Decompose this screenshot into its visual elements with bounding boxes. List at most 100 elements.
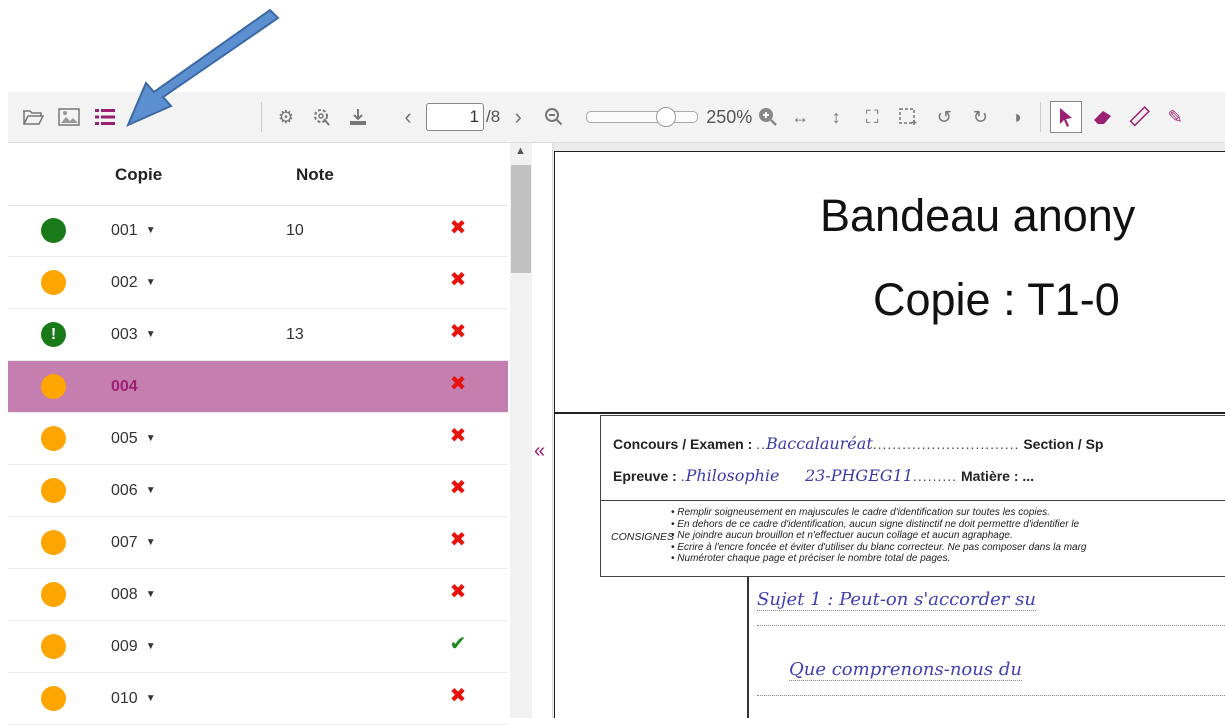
fullscreen-icon[interactable]: ⛶ bbox=[857, 102, 887, 132]
scrollbar-thumb[interactable] bbox=[511, 165, 531, 273]
rotate-right-icon[interactable]: ↻ bbox=[965, 102, 995, 132]
anonymous-banner: Bandeau anony Copie : T1-0 bbox=[555, 152, 1225, 414]
fit-width-icon[interactable]: ↔ bbox=[785, 102, 815, 132]
chevron-down-icon[interactable]: ▼ bbox=[146, 693, 156, 704]
rotate-left-icon[interactable]: ↺ bbox=[929, 102, 959, 132]
gear-icon[interactable]: ⚙ bbox=[271, 102, 301, 132]
copie-id[interactable]: 003 ▼ bbox=[111, 326, 156, 344]
download-icon[interactable] bbox=[343, 102, 373, 132]
epreuve-value: Philosophie 23-PHGEG11 bbox=[685, 466, 914, 485]
contrast-icon[interactable]: ◑ bbox=[1001, 102, 1031, 132]
zoom-slider[interactable] bbox=[586, 107, 699, 127]
copie-number: 008 bbox=[111, 586, 138, 603]
chevron-down-icon[interactable]: ▼ bbox=[146, 277, 156, 288]
ruler-icon[interactable] bbox=[1124, 102, 1154, 132]
status-dot-icon bbox=[41, 686, 66, 711]
check-icon[interactable]: ✔ bbox=[446, 632, 470, 656]
consigne-item: • Remplir soigneusement en majuscules le… bbox=[671, 507, 1050, 518]
column-header-copie[interactable]: Copie bbox=[115, 165, 162, 185]
gear-touch-icon[interactable] bbox=[307, 102, 337, 132]
copie-id[interactable]: 007 ▼ bbox=[111, 534, 156, 552]
zoom-out-icon[interactable] bbox=[539, 102, 569, 132]
collapse-sidebar-icon[interactable]: « bbox=[534, 440, 545, 463]
consigne-item: • Numéroter chaque page et préciser le n… bbox=[671, 553, 951, 564]
pen-icon[interactable]: ✎ bbox=[1160, 102, 1190, 132]
consignes-section: CONSIGNES • Remplir soigneusement en maj… bbox=[601, 500, 1225, 577]
chevron-down-icon[interactable]: ▼ bbox=[146, 225, 156, 236]
cross-icon[interactable]: ✖ bbox=[446, 684, 470, 708]
chevron-down-icon[interactable]: ▼ bbox=[146, 329, 156, 340]
zoom-in-icon[interactable] bbox=[757, 102, 779, 132]
table-row[interactable]: 006 ▼ ✖ bbox=[8, 465, 508, 517]
column-header-note[interactable]: Note bbox=[296, 165, 334, 185]
document-viewer[interactable]: Bandeau anony Copie : T1-0 Concours / Ex… bbox=[553, 143, 1225, 718]
cross-icon[interactable]: ✖ bbox=[446, 528, 470, 552]
status-dot-icon bbox=[41, 634, 66, 659]
eraser-icon[interactable] bbox=[1088, 102, 1118, 132]
pointer-tool-icon[interactable] bbox=[1050, 101, 1083, 133]
consignes-label: CONSIGNES bbox=[611, 531, 675, 543]
table-row[interactable]: 004 ✖ bbox=[8, 361, 508, 413]
zoom-slider-handle[interactable] bbox=[656, 107, 677, 127]
table-row[interactable]: 008 ▼ ✖ bbox=[8, 569, 508, 621]
concours-line: Concours / Examen : ..Baccalauréat......… bbox=[613, 434, 1104, 453]
selection-box-icon[interactable] bbox=[893, 102, 923, 132]
cross-icon[interactable]: ✖ bbox=[446, 372, 470, 396]
table-row[interactable]: 001 ▼ 10 ✖ bbox=[8, 205, 508, 257]
copie-id[interactable]: 002 ▼ bbox=[111, 274, 156, 292]
copie-id[interactable]: 009 ▼ bbox=[111, 638, 156, 656]
chevron-down-icon[interactable]: ▼ bbox=[146, 641, 156, 652]
status-dot-icon bbox=[41, 218, 66, 243]
copie-id[interactable]: 004 bbox=[111, 378, 138, 396]
chevron-down-icon[interactable]: ▼ bbox=[146, 537, 156, 548]
copie-id[interactable]: 005 ▼ bbox=[111, 430, 156, 448]
chevron-down-icon[interactable]: ▼ bbox=[146, 433, 156, 444]
fit-height-icon[interactable]: ↕ bbox=[821, 102, 851, 132]
list-icon[interactable] bbox=[90, 102, 120, 132]
folder-open-icon[interactable] bbox=[18, 102, 48, 132]
table-row[interactable]: 007 ▼ ✖ bbox=[8, 517, 508, 569]
previous-page-button[interactable]: ‹ bbox=[393, 102, 423, 132]
page-number-input[interactable] bbox=[426, 103, 484, 131]
note-value[interactable]: 10 bbox=[286, 222, 304, 240]
status-dot-icon bbox=[41, 270, 66, 295]
chevron-down-icon[interactable]: ▼ bbox=[146, 485, 156, 496]
cross-icon[interactable]: ✖ bbox=[446, 424, 470, 448]
table-row[interactable]: ! 003 ▼ 13 ✖ bbox=[8, 309, 508, 361]
scroll-up-icon[interactable]: ▲ bbox=[515, 145, 526, 157]
copie-id[interactable]: 006 ▼ bbox=[111, 482, 156, 500]
epreuve-line: Epreuve : .Philosophie 23-PHGEG11.......… bbox=[613, 466, 1035, 485]
table-header: Copie Note bbox=[8, 143, 508, 206]
collapse-panel-strip: « bbox=[532, 143, 553, 718]
alert-icon: ! bbox=[50, 326, 57, 343]
chevron-down-icon[interactable]: ▼ bbox=[146, 589, 156, 600]
cross-icon[interactable]: ✖ bbox=[446, 320, 470, 344]
cross-icon[interactable]: ✖ bbox=[446, 476, 470, 500]
table-row[interactable]: 005 ▼ ✖ bbox=[8, 413, 508, 465]
copie-number: 001 bbox=[111, 222, 138, 239]
next-page-button[interactable]: › bbox=[503, 102, 533, 132]
cross-icon[interactable]: ✖ bbox=[446, 268, 470, 292]
copie-id[interactable]: 008 ▼ bbox=[111, 586, 156, 604]
identification-box: Concours / Examen : ..Baccalauréat......… bbox=[600, 415, 1225, 577]
cross-icon[interactable]: ✖ bbox=[446, 580, 470, 604]
image-icon[interactable] bbox=[54, 102, 84, 132]
status-dot-icon bbox=[41, 478, 66, 503]
handwritten-area: Sujet 1 : Peut-on s'accorder su Que compr… bbox=[747, 577, 1225, 718]
table-row[interactable]: 002 ▼ ✖ bbox=[8, 257, 508, 309]
banner-copie-id: Copie : T1-0 bbox=[873, 274, 1120, 325]
table-row[interactable]: 010 ▼ ✖ bbox=[8, 673, 508, 725]
copie-id[interactable]: 001 ▼ bbox=[111, 222, 156, 240]
concours-label: Concours / Examen : bbox=[613, 436, 753, 452]
cross-icon[interactable]: ✖ bbox=[446, 216, 470, 240]
consigne-item: • En dehors de ce cadre d'identification… bbox=[671, 518, 1080, 530]
scrollbar[interactable]: ▲ bbox=[510, 143, 532, 718]
section-label: Section / Sp bbox=[1023, 436, 1104, 452]
copie-id[interactable]: 010 ▼ bbox=[111, 690, 156, 708]
note-value[interactable]: 13 bbox=[286, 326, 304, 344]
copie-number: 006 bbox=[111, 482, 138, 499]
copie-number: 002 bbox=[111, 274, 138, 291]
concours-value: Baccalauréat bbox=[765, 434, 873, 453]
consigne-item: • Ne joindre aucun brouillon et n'effect… bbox=[671, 530, 1013, 541]
table-row[interactable]: 009 ▼ ✔ bbox=[8, 621, 508, 673]
